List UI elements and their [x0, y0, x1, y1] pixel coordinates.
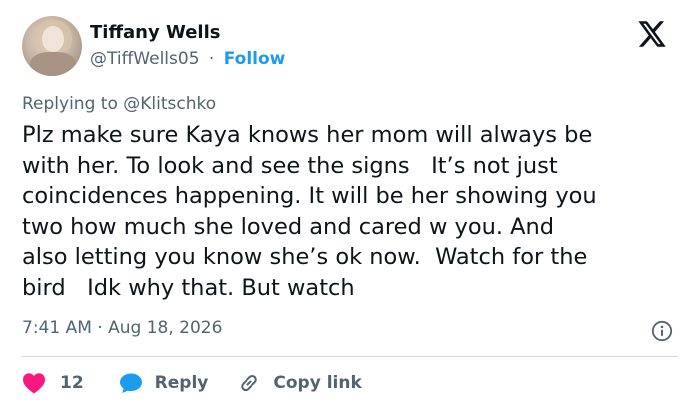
timestamp[interactable]: 7:41 AM · Aug 18, 2026	[22, 318, 222, 338]
info-icon[interactable]	[651, 320, 673, 342]
tweet-time: 7:41 AM	[22, 318, 92, 338]
time-separator: ·	[97, 318, 103, 338]
reply-label: Reply	[154, 373, 209, 393]
x-logo-icon[interactable]	[636, 20, 668, 48]
author-handle[interactable]: @TiffWells05	[90, 49, 200, 69]
link-icon	[241, 374, 258, 392]
like-count: 12	[60, 373, 84, 393]
replying-prefix: Replying to	[22, 94, 124, 114]
follow-button[interactable]: Follow	[224, 49, 286, 69]
avatar-face	[42, 26, 64, 52]
like-button[interactable]: 12	[22, 372, 84, 394]
heart-icon	[23, 373, 45, 394]
divider	[22, 356, 678, 357]
author-handle-row: @TiffWells05 · Follow	[90, 49, 285, 69]
replying-to: Replying to @Klitschko	[22, 94, 216, 114]
reply-button[interactable]: Reply	[119, 372, 209, 394]
copy-link-label: Copy link	[273, 373, 362, 393]
avatar[interactable]	[22, 16, 82, 76]
speech-bubble-icon	[119, 373, 142, 393]
author-name[interactable]: Tiffany Wells	[90, 22, 220, 43]
action-bar: 12 Reply Copy link	[22, 369, 362, 397]
copy-link-button[interactable]: Copy link	[237, 371, 362, 395]
tweet-card: Tiffany Wells @TiffWells05 · Follow Repl…	[0, 0, 700, 410]
tweet-date: Aug 18, 2026	[108, 318, 223, 338]
replying-mention[interactable]: @Klitschko	[123, 94, 216, 114]
tweet-text: Plz make sure Kaya knows her mom will al…	[22, 122, 597, 301]
avatar-body	[30, 52, 76, 76]
handle-separator: ·	[208, 49, 215, 69]
